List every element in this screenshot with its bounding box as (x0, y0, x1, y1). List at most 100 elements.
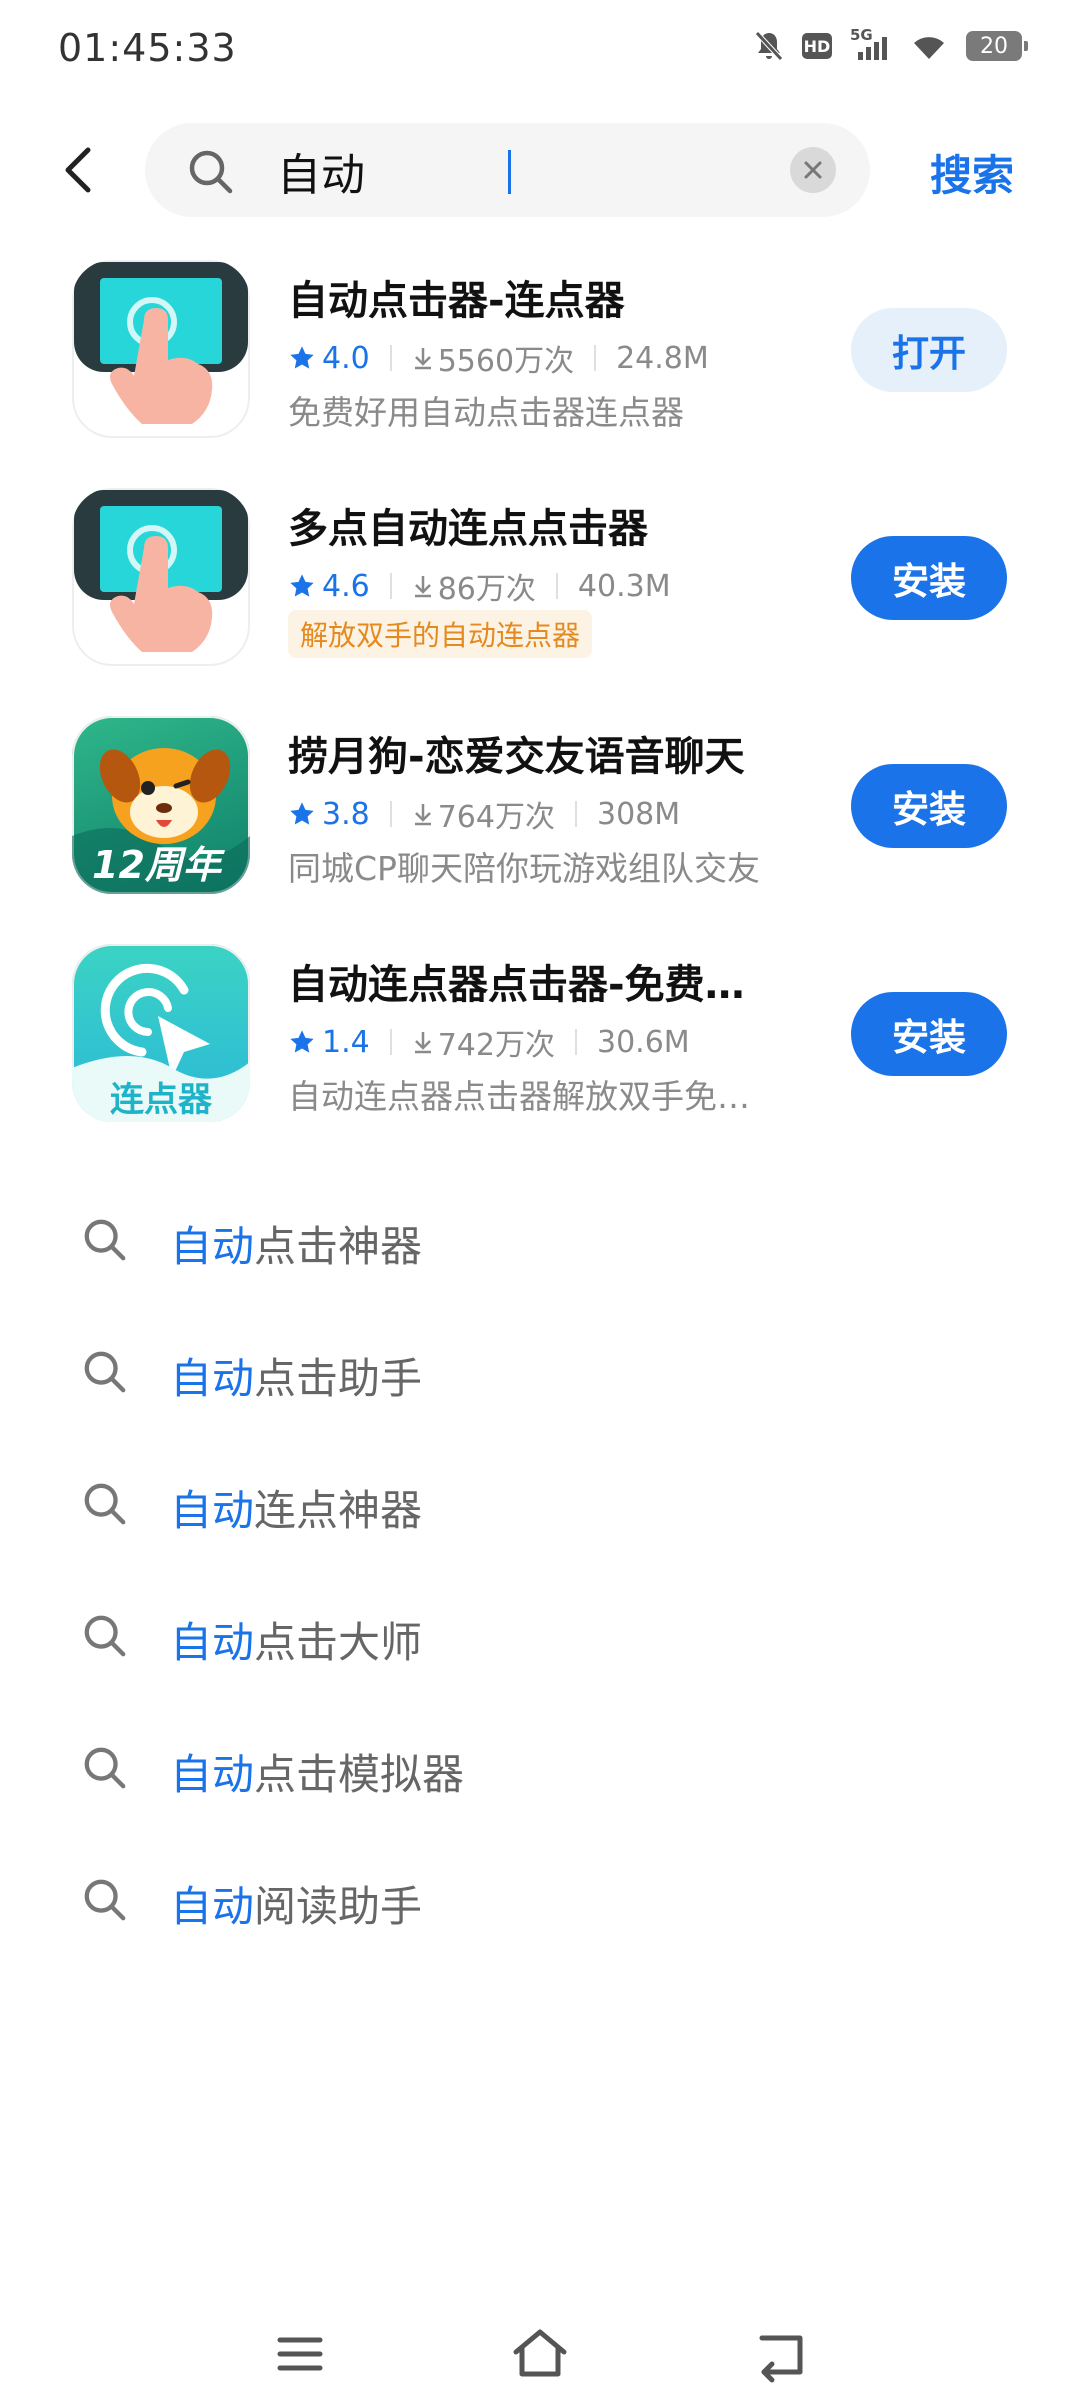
open-button[interactable]: 打开 (851, 308, 1007, 392)
hand-tap-icon[interactable] (72, 488, 250, 666)
divider (555, 573, 558, 599)
star-icon (290, 574, 314, 597)
download-icon (414, 348, 431, 370)
search-input[interactable] (275, 141, 759, 201)
suggestion-rest: 点击大师 (254, 1618, 423, 1667)
signal-5g-icon: 5G (850, 26, 892, 62)
suggestion-rest: 连点神器 (254, 1486, 423, 1535)
app-rating: 4.0 (288, 341, 370, 376)
hd-icon: HD (802, 33, 832, 59)
suggestion-item[interactable]: 自动点击助手 (0, 1317, 1080, 1427)
rating-value: 1.4 (322, 1024, 370, 1060)
divider (594, 345, 597, 371)
app-rating: 3.8 (288, 797, 370, 832)
hand-tap-icon[interactable] (72, 260, 250, 438)
app-result-item[interactable]: 12周年 捞月狗-恋爱交友语音聊天 3.8 764万次 308M 同城CP聊天陪… (0, 716, 1080, 906)
menu-button[interactable] (270, 2324, 330, 2384)
battery-level: 20 (980, 33, 1008, 59)
search-header: 搜索 (0, 120, 1080, 220)
divider (574, 801, 577, 827)
suggestion-text: 自动点击助手 (170, 1345, 422, 1406)
app-rating: 1.4 (288, 1025, 370, 1060)
download-icon (414, 576, 431, 598)
downloads-value: 742万次 (437, 1028, 555, 1063)
install-button[interactable]: 安装 (851, 764, 1007, 848)
suggestion-text: 自动阅读助手 (170, 1873, 422, 1934)
app-description: 免费好用自动点击器连点器 (288, 393, 684, 432)
download-icon (414, 1032, 431, 1054)
suggestion-rest: 点击模拟器 (254, 1750, 465, 1799)
app-name: 自动点击器-连点器 (288, 278, 625, 324)
divider (574, 1029, 577, 1055)
star-icon (290, 346, 314, 369)
app-result-item[interactable]: 多点自动连点点击器 4.6 86万次 40.3M 解放双手的自动连点器 安装 (0, 488, 1080, 678)
app-name: 自动连点器点击器-免费… (288, 962, 745, 1008)
system-nav-bar (0, 2300, 1080, 2408)
suggestion-rest: 阅读助手 (254, 1882, 423, 1931)
app-downloads: 5560万次 (412, 336, 574, 380)
back-button[interactable] (50, 140, 110, 200)
app-size: 40.3M (577, 568, 671, 604)
app-size: 30.6M (596, 1024, 690, 1060)
wifi-icon (914, 37, 944, 59)
app-downloads: 86万次 (412, 564, 536, 608)
divider (389, 573, 392, 599)
star-icon (290, 1030, 314, 1053)
suggestion-item[interactable]: 自动点击神器 (0, 1185, 1080, 1295)
back-nav-button[interactable] (750, 2324, 810, 2384)
suggestion-item[interactable]: 自动连点神器 (0, 1449, 1080, 1559)
suggestion-item[interactable]: 自动阅读助手 (0, 1845, 1080, 1955)
search-icon (189, 150, 233, 194)
search-icon (84, 1747, 126, 1789)
app-name: 捞月狗-恋爱交友语音聊天 (288, 734, 745, 780)
dog-mascot-icon[interactable]: 12周年 (72, 716, 250, 894)
app-tag: 解放双手的自动连点器 (288, 610, 593, 658)
cursor-click-icon[interactable]: 连点器 (72, 944, 250, 1122)
search-button[interactable]: 搜索 (930, 142, 1014, 203)
suggestion-text: 自动点击模拟器 (170, 1741, 464, 1802)
back-arrow-icon (65, 147, 91, 193)
app-meta: 4.6 86万次 40.3M (288, 564, 671, 608)
downloads-value: 86万次 (437, 572, 536, 607)
divider (389, 1029, 392, 1055)
search-box[interactable] (145, 123, 870, 217)
search-icon (84, 1219, 126, 1261)
downloads-value: 5560万次 (437, 344, 575, 379)
suggestion-highlight: 自动 (170, 1618, 255, 1667)
divider (389, 801, 392, 827)
home-icon (513, 2329, 567, 2377)
downloads-value: 764万次 (437, 800, 555, 835)
star-icon (290, 802, 314, 825)
battery-icon: 20 (966, 31, 1028, 61)
suggestion-item[interactable]: 自动点击大师 (0, 1581, 1080, 1691)
search-icon (84, 1879, 126, 1921)
suggestion-highlight: 自动 (170, 1882, 255, 1931)
install-button[interactable]: 安装 (851, 992, 1007, 1076)
search-icon (84, 1615, 126, 1657)
app-meta: 3.8 764万次 308M (288, 792, 680, 836)
suggestion-highlight: 自动 (170, 1486, 255, 1535)
status-icons: HD 5G 20 (754, 26, 1028, 62)
app-size: 24.8M (616, 340, 709, 376)
suggestion-highlight: 自动 (170, 1222, 255, 1271)
home-button[interactable] (510, 2324, 570, 2384)
status-time: 01:45:33 (58, 26, 237, 70)
app-icon-label: 连点器 (110, 1080, 212, 1120)
app-name: 多点自动连点点击器 (288, 506, 648, 552)
status-bar: 01:45:33 HD 5G 20 (0, 0, 1080, 100)
divider (389, 345, 392, 371)
suggestion-item[interactable]: 自动点击模拟器 (0, 1713, 1080, 1823)
install-button[interactable]: 安装 (851, 536, 1007, 620)
download-icon (414, 804, 431, 826)
app-result-item[interactable]: 连点器 自动连点器点击器-免费… 1.4 742万次 30.6M 自动连点器点击… (0, 944, 1080, 1134)
suggestion-text: 自动点击神器 (170, 1213, 422, 1274)
suggestion-rest: 点击神器 (254, 1222, 423, 1271)
rating-value: 4.6 (322, 568, 370, 604)
app-description: 同城CP聊天陪你玩游戏组队交友 (288, 849, 760, 888)
rating-value: 3.8 (322, 796, 370, 832)
app-description: 自动连点器点击器解放双手免… (288, 1077, 750, 1116)
clear-button[interactable] (790, 147, 836, 193)
app-result-item[interactable]: 自动点击器-连点器 4.0 5560万次 24.8M 免费好用自动点击器连点器 … (0, 260, 1080, 450)
search-icon (84, 1351, 126, 1393)
suggestion-rest: 点击助手 (254, 1354, 423, 1403)
